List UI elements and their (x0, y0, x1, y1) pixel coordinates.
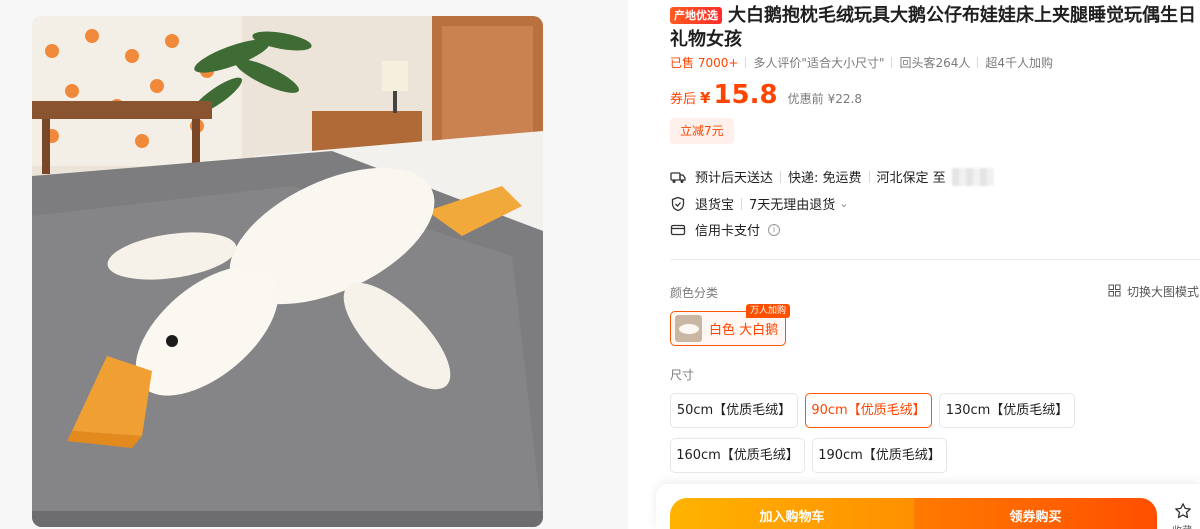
destination-redacted[interactable] (951, 167, 994, 186)
size-option-90cm[interactable]: 90cm【优质毛绒】 (805, 393, 932, 428)
color-section-label: 颜色分类 (670, 286, 719, 300)
coupon-tag[interactable]: 立减7元 (670, 118, 734, 144)
info-icon[interactable]: i (768, 223, 781, 236)
returns-policy: 7天无理由退货 (749, 198, 836, 213)
divider (741, 197, 743, 210)
buy-now-button[interactable]: 领券购买 (914, 498, 1157, 529)
star-icon[interactable] (1172, 502, 1194, 524)
divider (868, 170, 870, 183)
shipping-fee: 快递: 免运费 (788, 171, 862, 186)
delivery-row: 预计后天送达 快递: 免运费 河北保定 至 (670, 167, 994, 186)
credit-card-icon (670, 222, 686, 238)
review-summary[interactable]: 多人评价"适合大小尺寸" (753, 54, 884, 71)
product-main-image[interactable] (32, 16, 543, 527)
ship-from: 河北保定 至 (876, 171, 946, 186)
divider (745, 57, 747, 68)
size-option-130cm[interactable]: 130cm【优质毛绒】 (939, 393, 1075, 428)
goose-plush-illustration (32, 16, 543, 527)
cart-adds: 超4千人加购 (985, 56, 1054, 70)
product-title: 产地优选 大白鹅抱枕毛绒玩具大鹅公仔布娃娃床上夹腿睡觉玩偶生日礼物女孩 (670, 4, 1200, 52)
original-price: ¥22.8 (827, 92, 862, 106)
size-option-190cm[interactable]: 190cm【优质毛绒】 (812, 438, 947, 473)
size-section-label: 尺寸 (670, 368, 695, 382)
color-option-label: 白色 大白鹅 (709, 323, 779, 338)
product-title-text: 大白鹅抱枕毛绒玩具大鹅公仔布娃娃床上夹腿睡觉玩偶生日礼物女孩 (670, 5, 1196, 50)
currency-symbol: ¥ (700, 89, 711, 107)
chevron-down-icon: ⌄ (839, 197, 849, 210)
switch-view-label: 切换大图模式 (1126, 285, 1199, 299)
add-to-cart-button[interactable]: 加入购物车 (670, 498, 914, 529)
divider (891, 57, 893, 68)
sold-count: 已售 7000+ (670, 56, 739, 70)
favorite-label[interactable]: 收藏 (1172, 522, 1192, 529)
returns-label: 退货宝 (695, 198, 735, 213)
original-price-label: 优惠前 (787, 92, 824, 106)
divider (977, 57, 979, 68)
payment-label: 信用卡支付 (695, 224, 761, 239)
origin-badge: 产地优选 (670, 7, 722, 24)
hot-badge: 万人加购 (746, 304, 791, 318)
section-divider (670, 259, 1200, 260)
delivery-eta: 预计后天送达 (695, 171, 774, 186)
price-row: 券后 ¥ 15.8 优惠前 ¥22.8 (670, 80, 862, 110)
switch-view-mode[interactable]: 切换大图模式 (1108, 283, 1199, 300)
sales-stats: 已售 7000+ 多人评价"适合大小尺寸" 回头客264人 超4千人加购 (670, 54, 1053, 71)
truck-icon (670, 169, 686, 185)
divider (780, 170, 782, 183)
product-info-panel: 产地优选 大白鹅抱枕毛绒玩具大鹅公仔布娃娃床上夹腿睡觉玩偶生日礼物女孩 已售 70… (670, 0, 1200, 529)
grid-icon (1108, 284, 1121, 300)
purchase-action-bar: 加入购物车 领券购买 收藏 (656, 484, 1200, 529)
repeat-customers: 回头客264人 (899, 56, 971, 70)
size-option-50cm[interactable]: 50cm【优质毛绒】 (670, 393, 798, 428)
shield-icon (670, 196, 686, 212)
color-option-thumbnail (675, 315, 702, 342)
size-option-160cm[interactable]: 160cm【优质毛绒】 (670, 438, 805, 473)
price-value: 15.8 (713, 80, 778, 110)
payment-row: 信用卡支付 i (670, 220, 781, 239)
price-label: 券后 (670, 92, 697, 107)
returns-row[interactable]: 退货宝 7天无理由退货 ⌄ (670, 194, 849, 213)
